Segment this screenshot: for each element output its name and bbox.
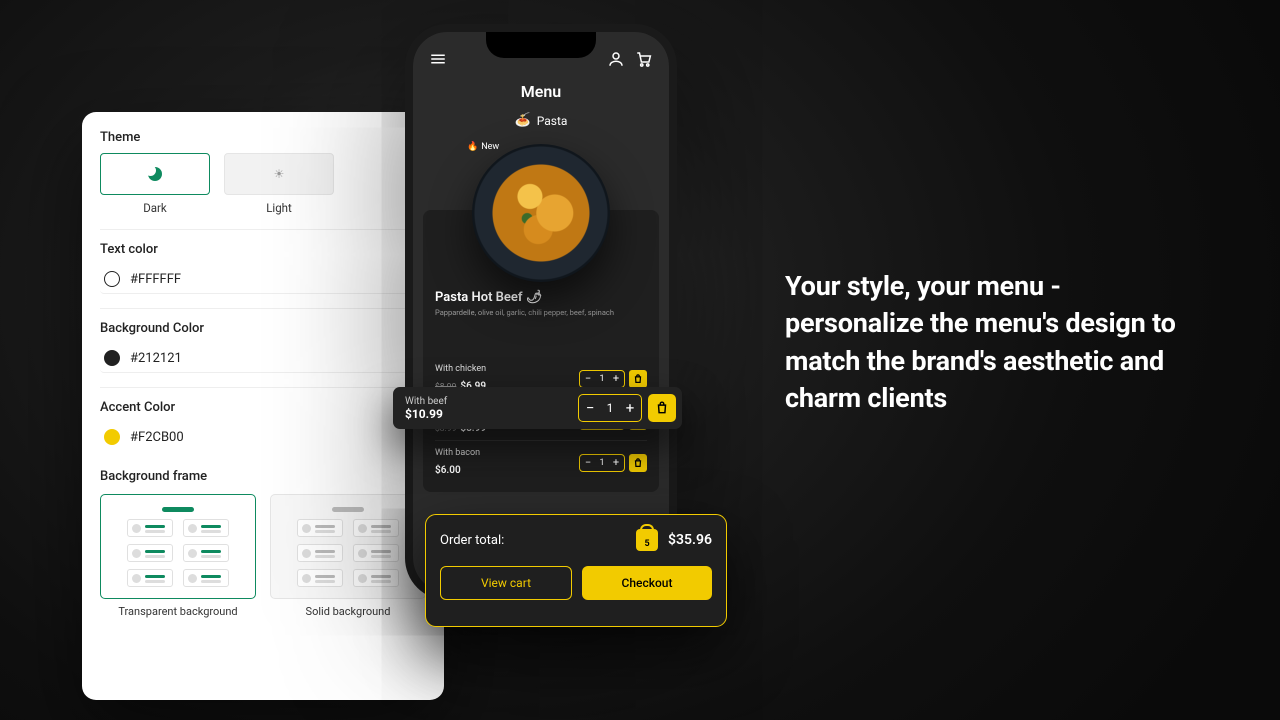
dish-name: Pasta Hot Beef 🌶 — [435, 290, 647, 305]
new-badge: 🔥 New — [467, 142, 499, 152]
qty-plus[interactable]: + — [608, 455, 624, 471]
account-icon[interactable] — [607, 50, 625, 68]
variant-price: $10.99 — [405, 407, 447, 421]
frame-caption-transparent: Transparent background — [118, 605, 237, 618]
qty-minus[interactable]: − — [580, 371, 596, 387]
theme-caption-dark: Dark — [143, 201, 167, 215]
bg-color-value: #212121 — [130, 351, 182, 366]
qty-value: 1 — [601, 401, 619, 415]
qty-value: 1 — [596, 458, 608, 468]
order-bag-icon: 5 — [636, 529, 658, 551]
theme-caption-light: Light — [266, 201, 292, 215]
theme-heading: Theme — [100, 130, 426, 145]
new-badge-text: New — [481, 142, 499, 152]
order-total-value: $35.96 — [668, 532, 712, 548]
swatch-accent — [104, 429, 120, 445]
text-color-label: Text color — [100, 242, 426, 257]
phone-notch — [486, 32, 596, 58]
qty-value: 1 — [596, 374, 608, 384]
qty-minus[interactable]: − — [579, 395, 601, 421]
menu-category[interactable]: 🍝 Pasta — [413, 113, 669, 128]
bg-color-field[interactable]: #212121 — [100, 344, 426, 373]
swatch-white — [104, 271, 120, 287]
bg-color-label: Background Color — [100, 321, 426, 336]
order-bag-count: 5 — [644, 539, 649, 549]
frame-caption-solid: Solid background — [306, 605, 391, 618]
theme-option-dark[interactable] — [100, 153, 210, 195]
variant-name: With bacon — [435, 448, 480, 458]
sun-icon: ☀ — [274, 167, 285, 181]
accent-color-field[interactable]: #F2CB00 — [100, 423, 426, 451]
variant-row: With bacon $6.00 − 1 + — [435, 443, 647, 482]
order-total-label: Order total: — [440, 533, 504, 548]
order-summary: Order total: 5 $35.96 View cart Checkout — [425, 514, 727, 627]
qty-plus[interactable]: + — [608, 371, 624, 387]
text-color-field[interactable]: #FFFFFF — [100, 265, 426, 294]
variant-name: With beef — [405, 396, 447, 407]
moon-icon — [148, 167, 162, 181]
add-cart-icon[interactable] — [648, 394, 676, 422]
accent-color-value: #F2CB00 — [130, 430, 184, 445]
theme-settings-panel: Theme Dark ☀ Light Text color #FFFFFF Ba… — [82, 112, 444, 700]
marketing-headline: Your style, your menu - personalize the … — [785, 268, 1205, 417]
dish-description: Pappardelle, olive oil, garlic, chili pe… — [435, 308, 647, 317]
qty-minus[interactable]: − — [580, 455, 596, 471]
swatch-dark — [104, 350, 120, 366]
view-cart-button[interactable]: View cart — [440, 566, 572, 600]
cart-icon[interactable] — [635, 50, 653, 68]
frame-heading: Background frame — [100, 469, 426, 484]
variant-price: $6.00 — [435, 465, 461, 476]
menu-title: Menu — [413, 82, 669, 101]
frame-option-solid[interactable] — [270, 494, 426, 599]
qty-stepper[interactable]: − 1 + — [578, 394, 642, 422]
variant-name: With chicken — [435, 364, 486, 374]
dish-image — [472, 144, 610, 282]
add-cart-icon[interactable] — [629, 454, 647, 472]
add-cart-icon[interactable] — [629, 370, 647, 388]
text-color-value: #FFFFFF — [130, 272, 181, 287]
fire-icon: 🔥 — [467, 142, 478, 152]
qty-stepper[interactable]: − 1 + — [579, 454, 625, 472]
frame-option-transparent[interactable] — [100, 494, 256, 599]
accent-color-label: Accent Color — [100, 400, 426, 415]
checkout-button[interactable]: Checkout — [582, 566, 712, 600]
menu-category-label: Pasta — [537, 114, 568, 128]
qty-stepper[interactable]: − 1 + — [579, 370, 625, 388]
theme-option-light[interactable]: ☀ — [224, 153, 334, 195]
hamburger-icon[interactable] — [429, 50, 447, 68]
variant-float-beef: With beef $10.99 − 1 + — [393, 387, 682, 429]
pasta-emoji-icon: 🍝 — [515, 113, 531, 128]
qty-plus[interactable]: + — [619, 395, 641, 421]
